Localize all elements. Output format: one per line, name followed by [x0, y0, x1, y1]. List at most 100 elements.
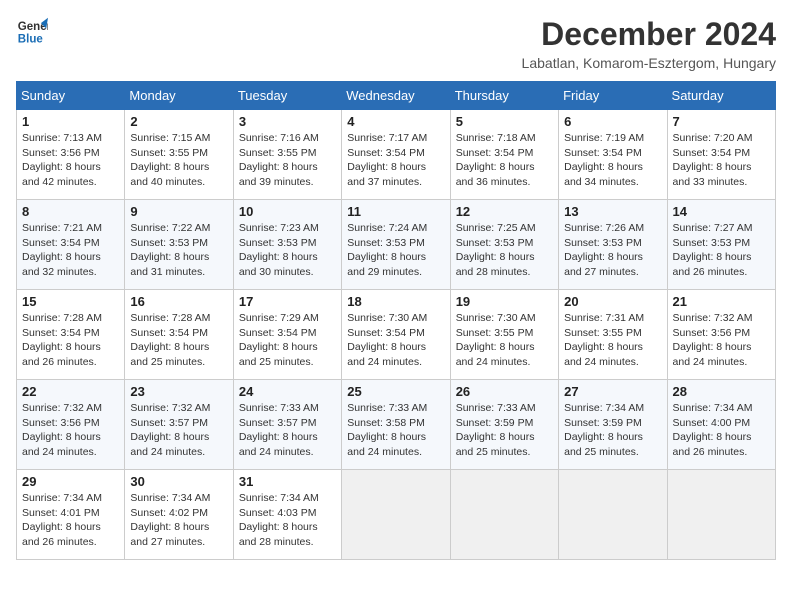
day-info: Sunrise: 7:18 AM Sunset: 3:54 PM Dayligh… — [456, 132, 536, 188]
day-number: 28 — [673, 384, 770, 399]
calendar-cell: 23Sunrise: 7:32 AM Sunset: 3:57 PM Dayli… — [125, 380, 233, 470]
calendar-cell: 21 Sunrise: 7:32 AM Sunset: 3:56 PM Dayli… — [667, 290, 775, 380]
weekday-header-thursday: Thursday — [450, 82, 558, 110]
calendar-cell: 19Sunrise: 7:30 AM Sunset: 3:55 PM Dayli… — [450, 290, 558, 380]
day-number: 21 — [673, 294, 770, 309]
svg-text:Blue: Blue — [18, 34, 44, 46]
day-number: 16 — [130, 294, 227, 309]
calendar-week-3: 15 Sunrise: 7:28 AM Sunset: 3:54 PM Dayli… — [17, 290, 776, 380]
calendar-cell: 15 Sunrise: 7:28 AM Sunset: 3:54 PM Dayli… — [17, 290, 125, 380]
day-number: 30 — [130, 474, 227, 489]
day-info: Sunrise: 7:28 AM Sunset: 3:54 PM Dayligh… — [22, 312, 102, 368]
calendar-cell: 13Sunrise: 7:26 AM Sunset: 3:53 PM Dayli… — [559, 200, 667, 290]
day-number: 10 — [239, 204, 336, 219]
day-info: Sunrise: 7:22 AM Sunset: 3:53 PM Dayligh… — [130, 222, 210, 278]
day-number: 8 — [22, 204, 119, 219]
calendar-cell: 6 Sunrise: 7:19 AM Sunset: 3:54 PM Daylig… — [559, 110, 667, 200]
calendar-cell: 16 Sunrise: 7:28 AM Sunset: 3:54 PM Dayli… — [125, 290, 233, 380]
calendar-cell — [559, 470, 667, 560]
day-info: Sunrise: 7:32 AM Sunset: 3:56 PM Dayligh… — [673, 312, 753, 368]
weekday-header-saturday: Saturday — [667, 82, 775, 110]
day-info: Sunrise: 7:32 AM Sunset: 3:57 PM Dayligh… — [130, 402, 210, 458]
day-info: Sunrise: 7:33 AM Sunset: 3:57 PM Dayligh… — [239, 402, 319, 458]
day-number: 27 — [564, 384, 661, 399]
day-info: Sunrise: 7:34 AM Sunset: 4:00 PM Dayligh… — [673, 402, 753, 458]
day-number: 2 — [130, 114, 227, 129]
day-number: 1 — [22, 114, 119, 129]
day-info: Sunrise: 7:33 AM Sunset: 3:59 PM Dayligh… — [456, 402, 536, 458]
day-number: 25 — [347, 384, 444, 399]
day-info: Sunrise: 7:25 AM Sunset: 3:53 PM Dayligh… — [456, 222, 536, 278]
day-info: Sunrise: 7:26 AM Sunset: 3:53 PM Dayligh… — [564, 222, 644, 278]
month-title: December 2024 — [522, 16, 776, 53]
calendar-cell: 14Sunrise: 7:27 AM Sunset: 3:53 PM Dayli… — [667, 200, 775, 290]
day-info: Sunrise: 7:31 AM Sunset: 3:55 PM Dayligh… — [564, 312, 644, 368]
day-number: 29 — [22, 474, 119, 489]
location: Labatlan, Komarom-Esztergom, Hungary — [522, 55, 776, 71]
calendar-cell: 22 Sunrise: 7:32 AM Sunset: 3:56 PM Dayli… — [17, 380, 125, 470]
day-info: Sunrise: 7:17 AM Sunset: 3:54 PM Dayligh… — [347, 132, 427, 188]
calendar-cell: 28 Sunrise: 7:34 AM Sunset: 4:00 PM Dayli… — [667, 380, 775, 470]
calendar-cell: 18Sunrise: 7:30 AM Sunset: 3:54 PM Dayli… — [342, 290, 450, 380]
day-number: 22 — [22, 384, 119, 399]
calendar-cell: 4 Sunrise: 7:17 AM Sunset: 3:54 PM Daylig… — [342, 110, 450, 200]
weekday-header-wednesday: Wednesday — [342, 82, 450, 110]
weekday-header-tuesday: Tuesday — [233, 82, 341, 110]
day-number: 11 — [347, 204, 444, 219]
day-number: 31 — [239, 474, 336, 489]
day-info: Sunrise: 7:13 AM Sunset: 3:56 PM Dayligh… — [22, 132, 102, 188]
calendar-cell: 1 Sunrise: 7:13 AM Sunset: 3:56 PM Daylig… — [17, 110, 125, 200]
day-number: 4 — [347, 114, 444, 129]
day-info: Sunrise: 7:24 AM Sunset: 3:53 PM Dayligh… — [347, 222, 427, 278]
calendar-table: SundayMondayTuesdayWednesdayThursdayFrid… — [16, 81, 776, 560]
day-number: 12 — [456, 204, 553, 219]
day-number: 3 — [239, 114, 336, 129]
calendar-cell: 8 Sunrise: 7:21 AM Sunset: 3:54 PM Daylig… — [17, 200, 125, 290]
calendar-cell: 24 Sunrise: 7:33 AM Sunset: 3:57 PM Dayli… — [233, 380, 341, 470]
calendar-cell: 7Sunrise: 7:20 AM Sunset: 3:54 PM Daylig… — [667, 110, 775, 200]
calendar-cell: 29 Sunrise: 7:34 AM Sunset: 4:01 PM Dayli… — [17, 470, 125, 560]
logo: General Blue — [16, 16, 48, 48]
calendar-cell: 17 Sunrise: 7:29 AM Sunset: 3:54 PM Dayli… — [233, 290, 341, 380]
day-info: Sunrise: 7:23 AM Sunset: 3:53 PM Dayligh… — [239, 222, 319, 278]
day-info: Sunrise: 7:32 AM Sunset: 3:56 PM Dayligh… — [22, 402, 102, 458]
day-info: Sunrise: 7:34 AM Sunset: 3:59 PM Dayligh… — [564, 402, 644, 458]
day-number: 5 — [456, 114, 553, 129]
title-block: December 2024 Labatlan, Komarom-Esztergo… — [522, 16, 776, 71]
day-info: Sunrise: 7:34 AM Sunset: 4:01 PM Dayligh… — [22, 492, 102, 548]
day-number: 17 — [239, 294, 336, 309]
calendar-cell: 30Sunrise: 7:34 AM Sunset: 4:02 PM Dayli… — [125, 470, 233, 560]
day-info: Sunrise: 7:21 AM Sunset: 3:54 PM Dayligh… — [22, 222, 102, 278]
calendar-cell: 12 Sunrise: 7:25 AM Sunset: 3:53 PM Dayli… — [450, 200, 558, 290]
day-info: Sunrise: 7:30 AM Sunset: 3:55 PM Dayligh… — [456, 312, 536, 368]
day-number: 24 — [239, 384, 336, 399]
calendar-week-1: 1 Sunrise: 7:13 AM Sunset: 3:56 PM Daylig… — [17, 110, 776, 200]
weekday-header-friday: Friday — [559, 82, 667, 110]
calendar-cell: 10 Sunrise: 7:23 AM Sunset: 3:53 PM Dayli… — [233, 200, 341, 290]
calendar-cell — [342, 470, 450, 560]
day-number: 6 — [564, 114, 661, 129]
calendar-cell: 20 Sunrise: 7:31 AM Sunset: 3:55 PM Dayli… — [559, 290, 667, 380]
day-number: 20 — [564, 294, 661, 309]
day-info: Sunrise: 7:27 AM Sunset: 3:53 PM Dayligh… — [673, 222, 753, 278]
weekday-header-monday: Monday — [125, 82, 233, 110]
logo-icon: General Blue — [16, 16, 48, 48]
calendar-week-5: 29 Sunrise: 7:34 AM Sunset: 4:01 PM Dayli… — [17, 470, 776, 560]
calendar-cell: 11 Sunrise: 7:24 AM Sunset: 3:53 PM Dayli… — [342, 200, 450, 290]
day-number: 15 — [22, 294, 119, 309]
calendar-cell: 27 Sunrise: 7:34 AM Sunset: 3:59 PM Dayli… — [559, 380, 667, 470]
day-info: Sunrise: 7:30 AM Sunset: 3:54 PM Dayligh… — [347, 312, 427, 368]
day-info: Sunrise: 7:28 AM Sunset: 3:54 PM Dayligh… — [130, 312, 210, 368]
page-header: General Blue December 2024 Labatlan, Kom… — [16, 16, 776, 71]
calendar-week-4: 22 Sunrise: 7:32 AM Sunset: 3:56 PM Dayli… — [17, 380, 776, 470]
day-number: 9 — [130, 204, 227, 219]
calendar-cell: 26 Sunrise: 7:33 AM Sunset: 3:59 PM Dayli… — [450, 380, 558, 470]
day-info: Sunrise: 7:19 AM Sunset: 3:54 PM Dayligh… — [564, 132, 644, 188]
day-info: Sunrise: 7:16 AM Sunset: 3:55 PM Dayligh… — [239, 132, 319, 188]
calendar-cell: 2Sunrise: 7:15 AM Sunset: 3:55 PM Daylig… — [125, 110, 233, 200]
weekday-header-row: SundayMondayTuesdayWednesdayThursdayFrid… — [17, 82, 776, 110]
day-number: 26 — [456, 384, 553, 399]
calendar-cell: 31Sunrise: 7:34 AM Sunset: 4:03 PM Dayli… — [233, 470, 341, 560]
day-info: Sunrise: 7:29 AM Sunset: 3:54 PM Dayligh… — [239, 312, 319, 368]
calendar-cell: 3 Sunrise: 7:16 AM Sunset: 3:55 PM Daylig… — [233, 110, 341, 200]
